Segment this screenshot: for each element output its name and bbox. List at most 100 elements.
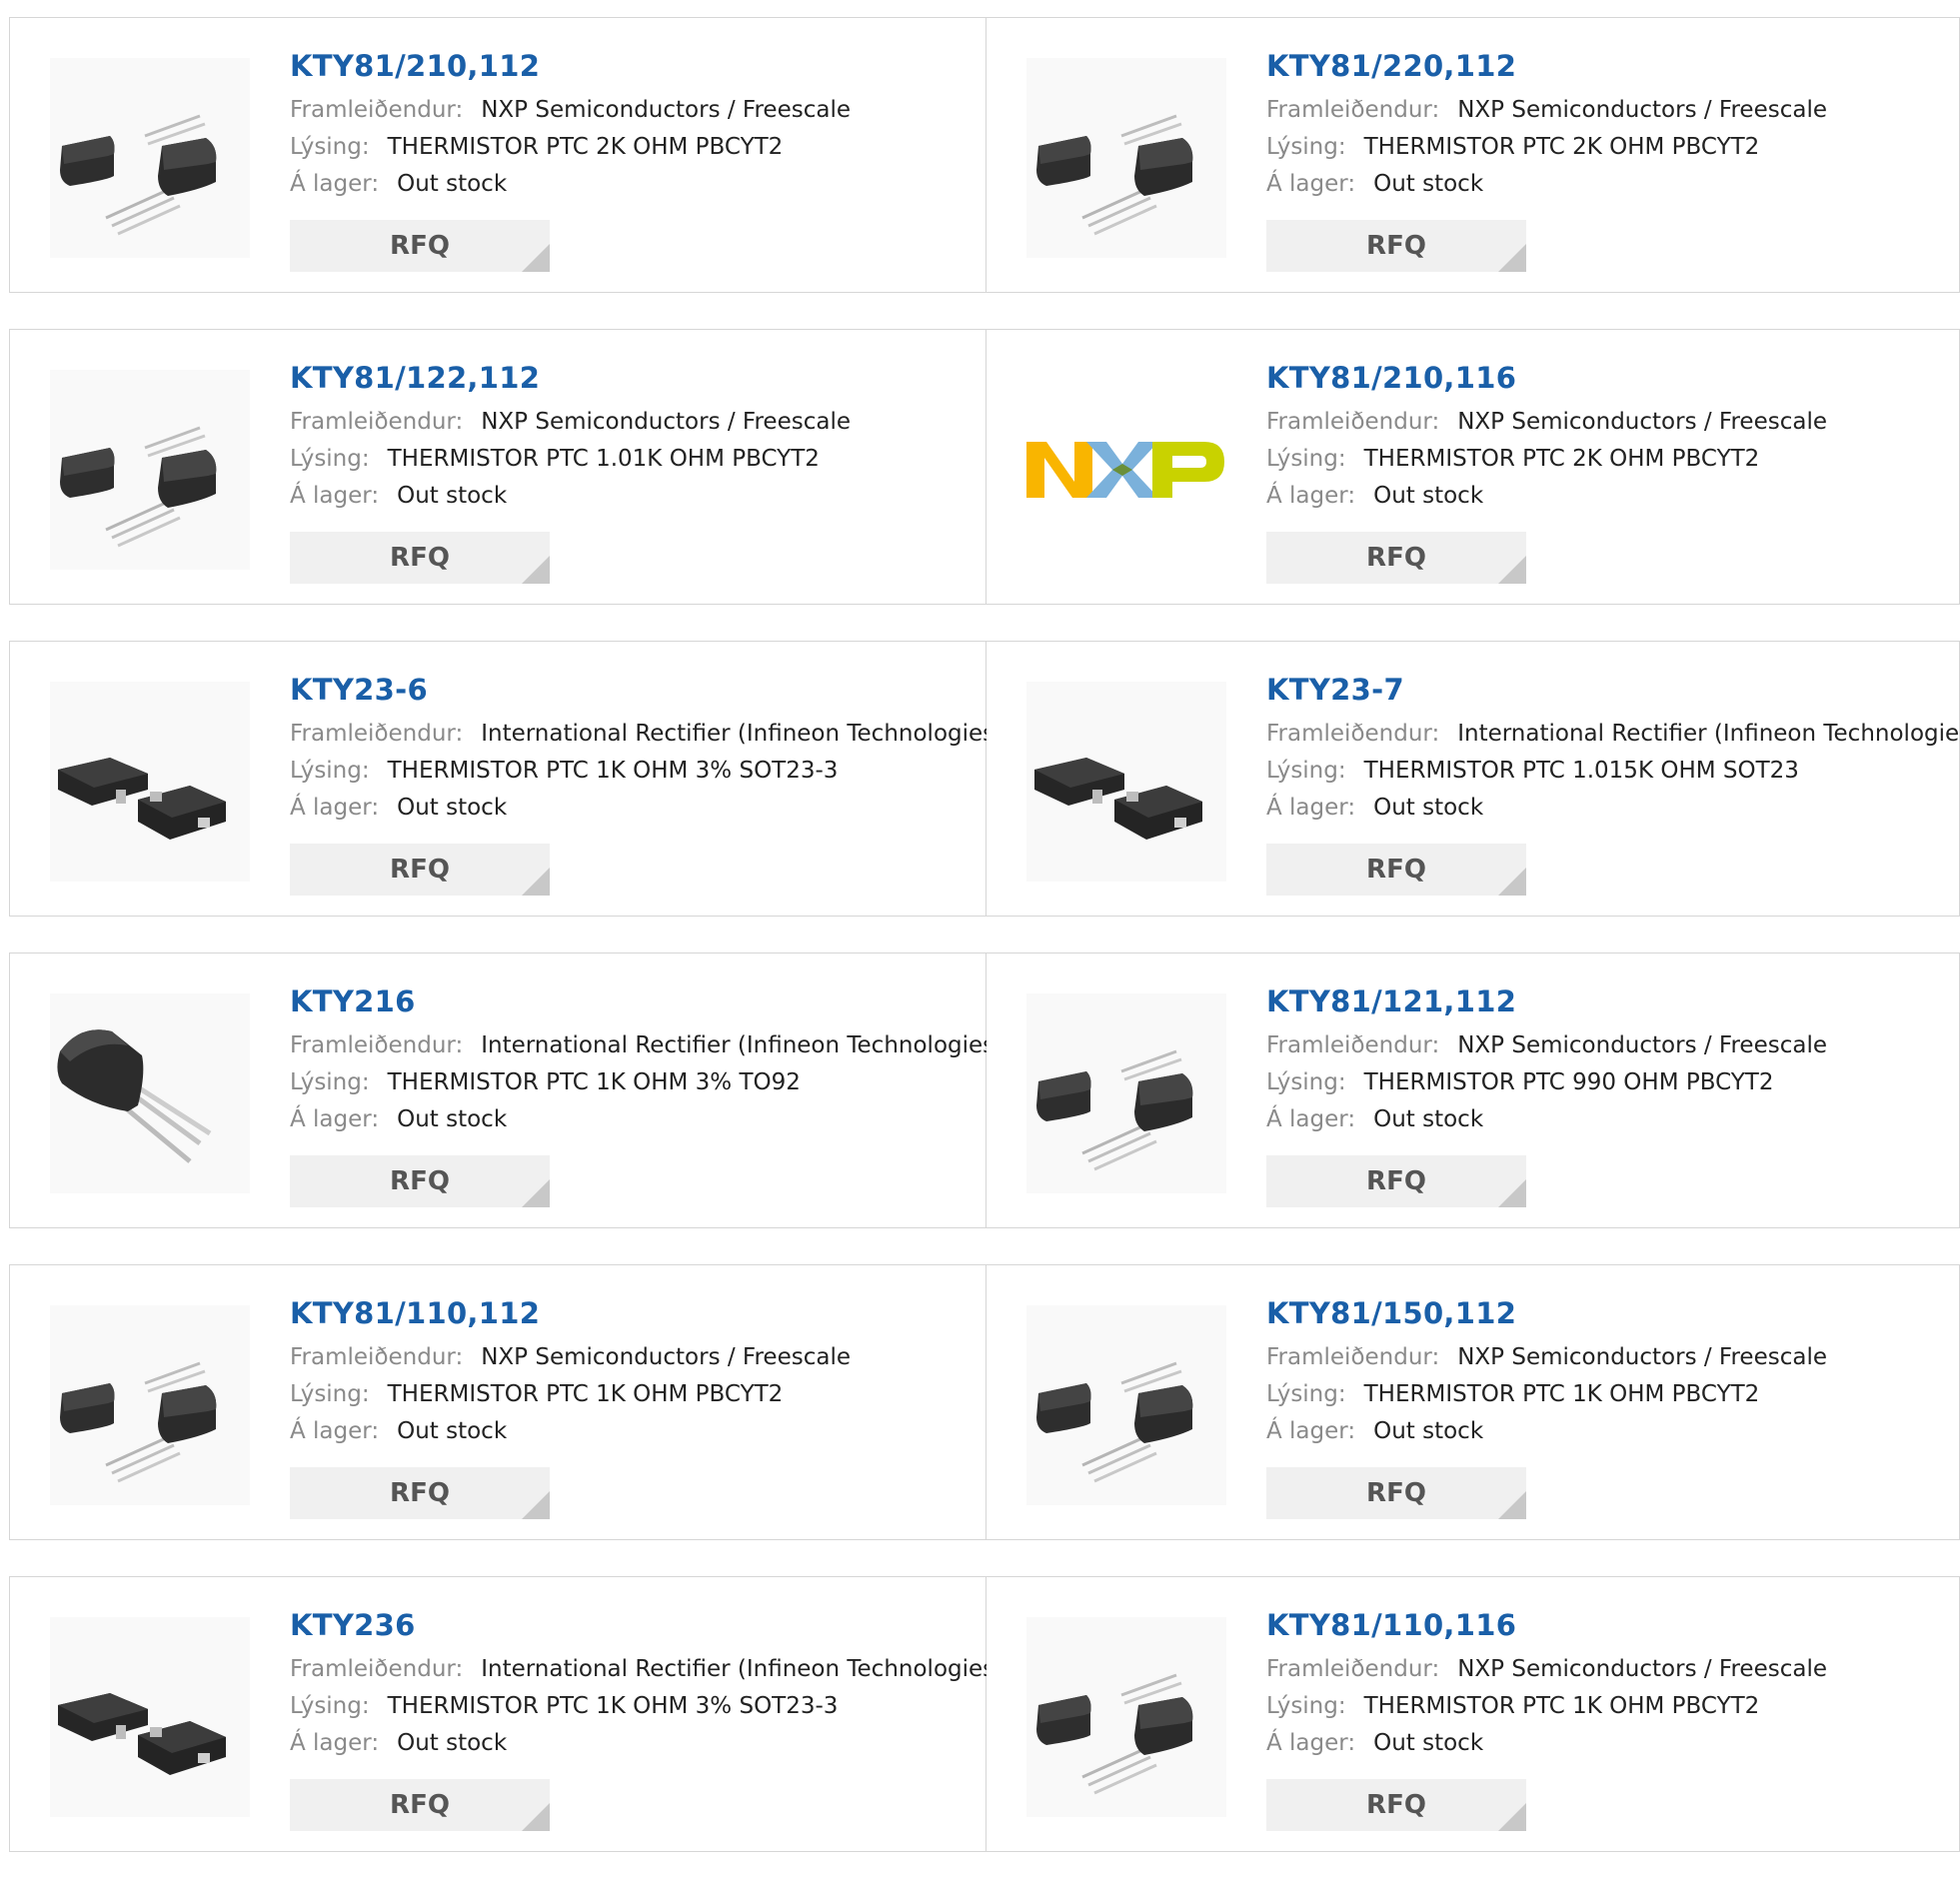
corner-triangle-icon: [522, 556, 550, 584]
rfq-button[interactable]: RFQ: [1266, 1779, 1526, 1831]
sot23-component-graphic: [50, 682, 250, 882]
stock-row: Á lager: Out stock: [290, 1413, 985, 1450]
rfq-label: RFQ: [1366, 1166, 1426, 1196]
manufacturer-value: NXP Semiconductors / Freescale: [1457, 409, 1827, 435]
product-row: KTY81/210,112 Framleiðendur: NXP Semicond…: [9, 17, 1960, 293]
manufacturer-label: Framleiðendur:: [290, 97, 464, 123]
to92-component-image[interactable]: [1026, 1617, 1226, 1817]
rfq-button[interactable]: RFQ: [1266, 1467, 1526, 1519]
product-info: KTY23-7 Framleiðendur: International Rect…: [1266, 672, 1960, 827]
manufacturer-value: International Rectifier (Infineon Techno…: [481, 1032, 1004, 1058]
description-label: Lýsing:: [1266, 446, 1346, 472]
corner-triangle-icon: [1498, 1803, 1526, 1831]
rfq-label: RFQ: [1366, 543, 1426, 573]
part-number-link[interactable]: KTY81/121,112: [1266, 983, 1959, 1019]
manufacturer-value: International Rectifier (Infineon Techno…: [481, 1656, 1004, 1682]
part-number-link[interactable]: KTY81/210,116: [1266, 360, 1959, 396]
description-value: THERMISTOR PTC 2K OHM PBCYT2: [1363, 446, 1760, 472]
stock-label: Á lager:: [290, 1730, 380, 1756]
rfq-button[interactable]: RFQ: [1266, 532, 1526, 584]
rfq-button[interactable]: RFQ: [290, 220, 550, 272]
manufacturer-label: Framleiðendur:: [290, 721, 464, 747]
rfq-label: RFQ: [1366, 855, 1426, 885]
product-row: KTY23-6 Framleiðendur: International Rect…: [9, 641, 1960, 917]
manufacturer-row: Framleiðendur: NXP Semiconductors / Frees…: [1266, 1027, 1959, 1064]
description-row: Lýsing: THERMISTOR PTC 1K OHM PBCYT2: [1266, 1688, 1959, 1725]
stock-value: Out stock: [1373, 1418, 1484, 1444]
stock-row: Á lager: Out stock: [1266, 1725, 1959, 1762]
part-number-link[interactable]: KTY81/220,112: [1266, 48, 1959, 84]
to92-component-image[interactable]: [50, 58, 250, 258]
to92-component-image[interactable]: [50, 993, 250, 1193]
to92-component-image[interactable]: [1026, 993, 1226, 1193]
sot23-component-graphic: [50, 1617, 250, 1817]
to92-component-graphic: [1026, 1305, 1226, 1505]
rfq-label: RFQ: [1366, 231, 1426, 261]
part-number-link[interactable]: KTY23-6: [290, 672, 985, 708]
description-label: Lýsing:: [290, 758, 370, 784]
sot23-component-image[interactable]: [50, 1617, 250, 1817]
rfq-label: RFQ: [390, 1478, 450, 1508]
to92-component-image[interactable]: [1026, 58, 1226, 258]
part-number-link[interactable]: KTY81/110,116: [1266, 1607, 1959, 1643]
nxp-logo-graphic: [1026, 370, 1226, 570]
rfq-button[interactable]: RFQ: [290, 1467, 550, 1519]
nxp-logo-image[interactable]: [1026, 370, 1226, 570]
rfq-label: RFQ: [390, 1790, 450, 1820]
description-row: Lýsing: THERMISTOR PTC 2K OHM PBCYT2: [1266, 129, 1959, 166]
rfq-button[interactable]: RFQ: [290, 844, 550, 896]
manufacturer-value: NXP Semiconductors / Freescale: [481, 1344, 851, 1370]
stock-value: Out stock: [1373, 483, 1484, 509]
part-number-link[interactable]: KTY23-7: [1266, 672, 1959, 708]
description-value: THERMISTOR PTC 1K OHM PBCYT2: [387, 1381, 784, 1407]
rfq-button[interactable]: RFQ: [1266, 1155, 1526, 1207]
manufacturer-row: Framleiðendur: International Rectifier (I…: [290, 1651, 1003, 1688]
stock-label: Á lager:: [290, 795, 380, 821]
description-row: Lýsing: THERMISTOR PTC 1.015K OHM SOT23: [1266, 753, 1959, 790]
product-card-1: KTY81/220,112 Framleiðendur: NXP Semicond…: [986, 17, 1960, 293]
manufacturer-row: Framleiðendur: International Rectifier (I…: [290, 716, 1003, 753]
manufacturer-row: Framleiðendur: NXP Semiconductors / Frees…: [1266, 1339, 1959, 1376]
manufacturer-value: NXP Semiconductors / Freescale: [1457, 97, 1827, 123]
stock-label: Á lager:: [1266, 171, 1356, 197]
stock-row: Á lager: Out stock: [290, 1725, 985, 1762]
product-info: KTY81/220,112 Framleiðendur: NXP Semicond…: [1266, 48, 1959, 203]
sot23-component-image[interactable]: [50, 682, 250, 882]
to92-component-graphic: [1026, 58, 1226, 258]
product-info: KTY81/122,112 Framleiðendur: NXP Semicond…: [290, 360, 985, 515]
rfq-button[interactable]: RFQ: [1266, 220, 1526, 272]
rfq-button[interactable]: RFQ: [1266, 844, 1526, 896]
product-card-5: KTY23-7 Framleiðendur: International Rect…: [986, 641, 1960, 917]
manufacturer-value: NXP Semiconductors / Freescale: [481, 97, 851, 123]
product-card-0: KTY81/210,112 Framleiðendur: NXP Semicond…: [9, 17, 986, 293]
part-number-link[interactable]: KTY81/210,112: [290, 48, 985, 84]
manufacturer-row: Framleiðendur: NXP Semiconductors / Frees…: [290, 1339, 985, 1376]
to92-component-image[interactable]: [50, 1305, 250, 1505]
part-number-link[interactable]: KTY216: [290, 983, 985, 1019]
to92-component-image[interactable]: [1026, 1305, 1226, 1505]
product-info: KTY81/150,112 Framleiðendur: NXP Semicond…: [1266, 1295, 1959, 1450]
description-row: Lýsing: THERMISTOR PTC 1K OHM PBCYT2: [1266, 1376, 1959, 1413]
to92-component-graphic: [50, 1305, 250, 1505]
description-label: Lýsing:: [290, 1381, 370, 1407]
rfq-button[interactable]: RFQ: [290, 1155, 550, 1207]
description-row: Lýsing: THERMISTOR PTC 1K OHM PBCYT2: [290, 1376, 985, 1413]
manufacturer-label: Framleiðendur:: [1266, 97, 1440, 123]
to92-component-image[interactable]: [50, 370, 250, 570]
product-card-8: KTY81/110,112 Framleiðendur: NXP Semicond…: [9, 1264, 986, 1540]
part-number-link[interactable]: KTY236: [290, 1607, 985, 1643]
description-value: THERMISTOR PTC 990 OHM PBCYT2: [1363, 1069, 1774, 1095]
rfq-button[interactable]: RFQ: [290, 532, 550, 584]
part-number-link[interactable]: KTY81/122,112: [290, 360, 985, 396]
manufacturer-row: Framleiðendur: NXP Semiconductors / Frees…: [290, 404, 985, 441]
part-number-link[interactable]: KTY81/110,112: [290, 1295, 985, 1331]
stock-label: Á lager:: [1266, 1106, 1356, 1132]
sot23-component-image[interactable]: [1026, 682, 1226, 882]
manufacturer-value: NXP Semiconductors / Freescale: [1457, 1656, 1827, 1682]
part-number-link[interactable]: KTY81/150,112: [1266, 1295, 1959, 1331]
manufacturer-value: International Rectifier (Infineon Techno…: [1457, 721, 1960, 747]
rfq-button[interactable]: RFQ: [290, 1779, 550, 1831]
description-row: Lýsing: THERMISTOR PTC 2K OHM PBCYT2: [290, 129, 985, 166]
stock-value: Out stock: [397, 483, 508, 509]
manufacturer-label: Framleiðendur:: [1266, 1032, 1440, 1058]
